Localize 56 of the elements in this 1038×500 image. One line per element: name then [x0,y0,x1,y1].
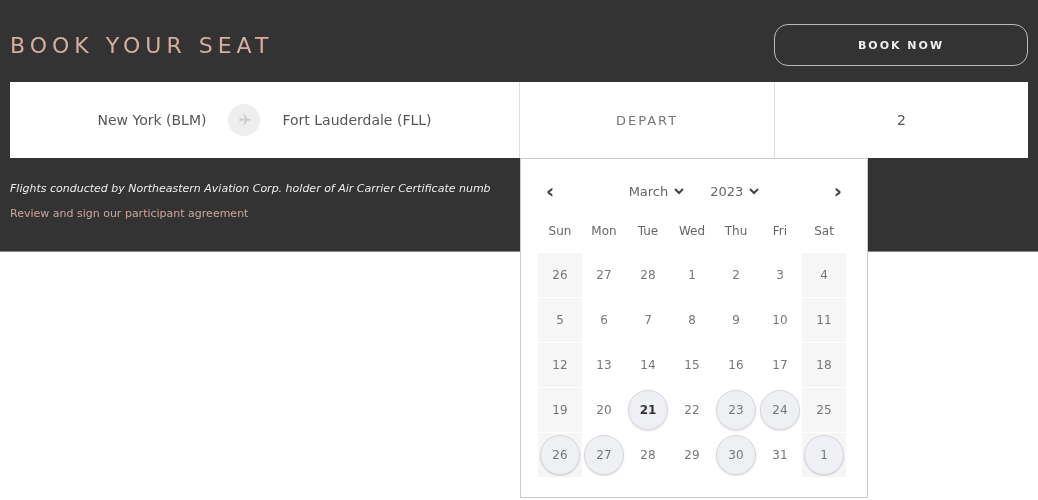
year-select[interactable]: 2023 [704,182,766,200]
weekday-label: Thu [723,223,749,240]
calendar-day[interactable]: 1 [672,255,712,295]
calendar-day[interactable]: 25 [804,390,844,430]
calendar-day[interactable]: 31 [760,435,800,475]
calendar-day[interactable]: 14 [628,345,668,385]
calendar-day[interactable]: 28 [628,255,668,295]
calendar-day[interactable]: 9 [716,300,756,340]
calendar-day[interactable]: 1 [804,435,844,475]
next-month-button[interactable]: › [833,179,842,203]
page-title: BOOK YOUR SEAT [10,32,274,58]
calendar-day[interactable]: 2 [716,255,756,295]
calendar-day[interactable]: 13 [584,345,624,385]
chevron-down-icon [749,187,760,195]
calendar-day[interactable]: 21 [628,390,668,430]
calendar-day[interactable]: 10 [760,300,800,340]
calendar-day[interactable]: 3 [760,255,800,295]
destination-field[interactable]: Fort Lauderdale (FLL) [282,112,432,128]
calendar-day[interactable]: 5 [540,300,580,340]
weekday-label: Sun [547,223,573,240]
calendar-day[interactable]: 8 [672,300,712,340]
calendar-day[interactable]: 18 [804,345,844,385]
origin-field[interactable]: New York (BLM) [97,112,207,128]
calendar-day[interactable]: 4 [804,255,844,295]
calendar-day[interactable]: 26 [540,435,580,475]
month-select[interactable]: March [622,182,691,200]
weekday-label: Sat [813,223,835,240]
calendar-day[interactable]: 22 [672,390,712,430]
chevron-down-icon [674,187,685,195]
calendar-day[interactable]: 27 [584,435,624,475]
weekday-label: Tue [636,223,660,240]
calendar-day[interactable]: 23 [716,390,756,430]
calendar-day[interactable]: 28 [628,435,668,475]
calendar-day[interactable]: 20 [584,390,624,430]
calendar-day[interactable]: 19 [540,390,580,430]
passengers-field[interactable]: 2 [897,112,906,128]
calendar-day[interactable]: 15 [672,345,712,385]
calendar-day[interactable]: 24 [760,390,800,430]
calendar-day[interactable]: 16 [716,345,756,385]
agreement-link[interactable]: Review and sign our participant agreement [10,207,249,220]
calendar-day[interactable]: 7 [628,300,668,340]
disclaimer-text: Flights conducted by Northeastern Aviation Corp. holder of Air Carrier Certificate numb [10,182,491,195]
calendar-day[interactable]: 30 [716,435,756,475]
calendar-day[interactable]: 6 [584,300,624,340]
calendar-day[interactable]: 17 [760,345,800,385]
calendar-day[interactable]: 27 [584,255,624,295]
calendar-day[interactable]: 12 [540,345,580,385]
previous-month-button[interactable]: ‹ [546,179,555,203]
calendar-day[interactable]: 29 [672,435,712,475]
book-now-button[interactable]: BOOK NOW [774,24,1028,66]
calendar-day[interactable]: 26 [540,255,580,295]
weekday-label: Mon [590,223,618,240]
weekday-label: Fri [771,223,789,240]
calendar-day[interactable]: 11 [804,300,844,340]
weekday-label: Wed [677,223,707,240]
plane-icon [228,104,261,136]
